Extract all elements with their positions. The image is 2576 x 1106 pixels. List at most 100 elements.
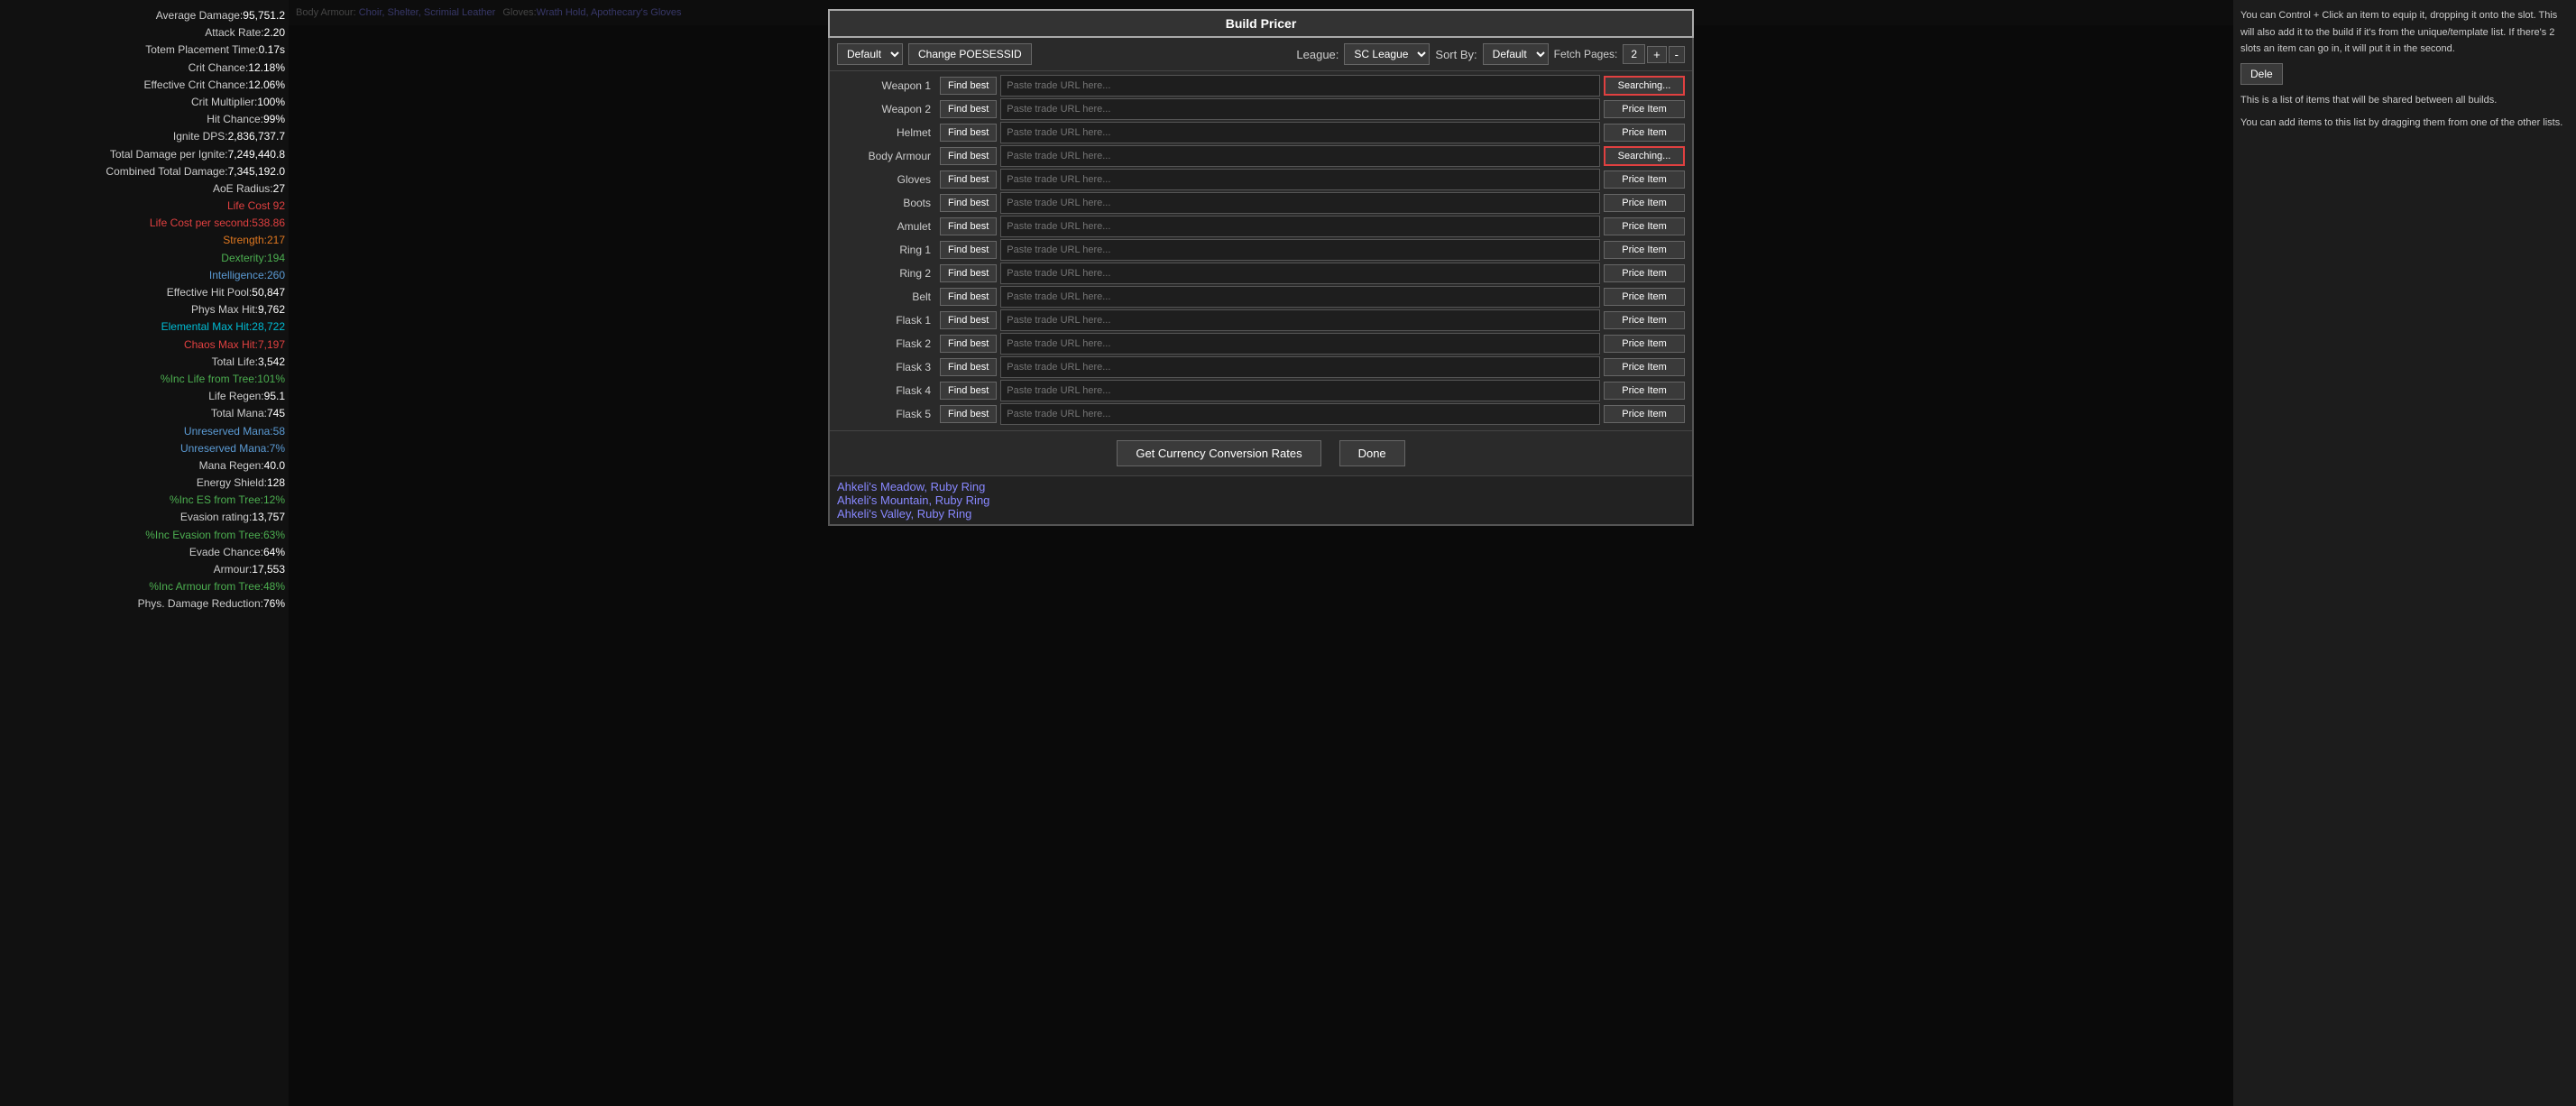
ring2-find-best-button[interactable]: Find best	[940, 264, 997, 282]
item-row-flask2: Flask 2 Find best Price Item	[837, 333, 1685, 355]
change-poesessid-button[interactable]: Change POESESSID	[908, 43, 1032, 65]
item-row-helmet: Helmet Find best Price Item	[837, 122, 1685, 143]
item-row-belt: Belt Find best Price Item	[837, 286, 1685, 308]
item-row-ring2: Ring 2 Find best Price Item	[837, 263, 1685, 284]
weapon2-find-best-button[interactable]: Find best	[940, 100, 997, 118]
amulet-find-best-button[interactable]: Find best	[940, 217, 997, 235]
fetch-pages-plus-button[interactable]: +	[1647, 46, 1667, 63]
item-row-gloves: Gloves Find best Price Item	[837, 169, 1685, 190]
stat-average-damage: Average Damage:95,751.2	[4, 7, 285, 24]
right-panel-shared-list: This is a list of items that will be sha…	[2240, 92, 2569, 109]
flask2-find-best-button[interactable]: Find best	[940, 335, 997, 353]
right-panel-add-items: You can add items to this list by draggi…	[2240, 115, 2569, 132]
flask4-price-button[interactable]: Price Item	[1604, 382, 1685, 400]
modal-controls-bar: Default Change POESESSID League: SC Leag…	[830, 38, 1692, 71]
flask3-label: Flask 3	[837, 361, 936, 373]
boots-url-input[interactable]	[1000, 192, 1600, 214]
modal-overlay: Build Pricer Default Change POESESSID Le…	[289, 0, 2233, 1106]
flask1-label: Flask 1	[837, 314, 936, 327]
weapon1-price-button[interactable]: Searching...	[1604, 76, 1685, 96]
ring2-url-input[interactable]	[1000, 263, 1600, 284]
item-row-flask4: Flask 4 Find best Price Item	[837, 380, 1685, 401]
flask5-url-input[interactable]	[1000, 403, 1600, 425]
helmet-label: Helmet	[837, 126, 936, 139]
gloves-find-best-button[interactable]: Find best	[940, 171, 997, 189]
item-row-ring1: Ring 1 Find best Price Item	[837, 239, 1685, 261]
item-row-flask3: Flask 3 Find best Price Item	[837, 356, 1685, 378]
belt-url-input[interactable]	[1000, 286, 1600, 308]
left-stats-panel: Average Damage:95,751.2 Attack Rate:2.20…	[0, 0, 289, 1106]
flask4-url-input[interactable]	[1000, 380, 1600, 401]
get-currency-button[interactable]: Get Currency Conversion Rates	[1117, 440, 1320, 466]
fetch-pages-value: 2	[1623, 44, 1645, 64]
belt-label: Belt	[837, 290, 936, 303]
weapon2-price-button[interactable]: Price Item	[1604, 100, 1685, 118]
ring2-label: Ring 2	[837, 267, 936, 280]
list-item-ahkeli-meadow[interactable]: Ahkeli's Meadow, Ruby Ring	[837, 480, 1685, 493]
ring1-label: Ring 1	[837, 244, 936, 256]
belt-find-best-button[interactable]: Find best	[940, 288, 997, 306]
gloves-slot-label: Gloves	[837, 173, 936, 186]
body-armour-url-input[interactable]	[1000, 145, 1600, 167]
boots-price-button[interactable]: Price Item	[1604, 194, 1685, 212]
gloves-price-button[interactable]: Price Item	[1604, 171, 1685, 189]
flask2-url-input[interactable]	[1000, 333, 1600, 355]
item-row-boots: Boots Find best Price Item	[837, 192, 1685, 214]
flask2-price-button[interactable]: Price Item	[1604, 335, 1685, 353]
item-row-flask1: Flask 1 Find best Price Item	[837, 309, 1685, 331]
flask3-price-button[interactable]: Price Item	[1604, 358, 1685, 376]
weapon1-find-best-button[interactable]: Find best	[940, 77, 997, 95]
amulet-url-input[interactable]	[1000, 216, 1600, 237]
default-select[interactable]: Default	[837, 43, 903, 65]
ring2-price-button[interactable]: Price Item	[1604, 264, 1685, 282]
flask5-find-best-button[interactable]: Find best	[940, 405, 997, 423]
weapon1-url-input[interactable]	[1000, 75, 1600, 97]
weapon1-label: Weapon 1	[837, 79, 936, 92]
list-item-ahkeli-mountain[interactable]: Ahkeli's Mountain, Ruby Ring	[837, 493, 1685, 507]
build-pricer-modal: Build Pricer Default Change POESESSID Le…	[828, 9, 1694, 526]
item-row-weapon2: Weapon 2 Find best Price Item	[837, 98, 1685, 120]
flask4-label: Flask 4	[837, 384, 936, 397]
list-item-ahkeli-valley[interactable]: Ahkeli's Valley, Ruby Ring	[837, 507, 1685, 521]
right-panel-instruction: You can Control + Click an item to equip…	[2240, 7, 2569, 58]
helmet-find-best-button[interactable]: Find best	[940, 124, 997, 142]
fetch-pages-label: Fetch Pages:	[1554, 48, 1618, 60]
ring1-find-best-button[interactable]: Find best	[940, 241, 997, 259]
body-armour-find-best-button[interactable]: Find best	[940, 147, 997, 165]
boots-label: Boots	[837, 197, 936, 209]
item-row-body-armour: Body Armour Find best Searching...	[837, 145, 1685, 167]
item-row-amulet: Amulet Find best Price Item	[837, 216, 1685, 237]
item-row-flask5: Flask 5 Find best Price Item	[837, 403, 1685, 425]
flask4-find-best-button[interactable]: Find best	[940, 382, 997, 400]
body-armour-price-button[interactable]: Searching...	[1604, 146, 1685, 166]
modal-bottom-buttons: Get Currency Conversion Rates Done	[830, 430, 1692, 475]
item-row-weapon1: Weapon 1 Find best Searching...	[837, 75, 1685, 97]
right-info-panel: You can Control + Click an item to equip…	[2233, 0, 2576, 1106]
helmet-price-button[interactable]: Price Item	[1604, 124, 1685, 142]
ring1-url-input[interactable]	[1000, 239, 1600, 261]
flask5-price-button[interactable]: Price Item	[1604, 405, 1685, 423]
flask3-find-best-button[interactable]: Find best	[940, 358, 997, 376]
fetch-pages-minus-button[interactable]: -	[1669, 46, 1685, 63]
modal-title: Build Pricer	[828, 9, 1694, 38]
done-button[interactable]: Done	[1339, 440, 1405, 466]
flask1-find-best-button[interactable]: Find best	[940, 311, 997, 329]
sort-by-select[interactable]: Default	[1483, 43, 1549, 65]
flask3-url-input[interactable]	[1000, 356, 1600, 378]
weapon2-url-input[interactable]	[1000, 98, 1600, 120]
league-select[interactable]: SC League	[1344, 43, 1430, 65]
bottom-items-list: Ahkeli's Meadow, Ruby Ring Ahkeli's Moun…	[830, 475, 1692, 524]
belt-price-button[interactable]: Price Item	[1604, 288, 1685, 306]
helmet-url-input[interactable]	[1000, 122, 1600, 143]
amulet-price-button[interactable]: Price Item	[1604, 217, 1685, 235]
amulet-label: Amulet	[837, 220, 936, 233]
ring1-price-button[interactable]: Price Item	[1604, 241, 1685, 259]
gloves-url-input[interactable]	[1000, 169, 1600, 190]
flask1-url-input[interactable]	[1000, 309, 1600, 331]
flask5-label: Flask 5	[837, 408, 936, 420]
boots-find-best-button[interactable]: Find best	[940, 194, 997, 212]
flask1-price-button[interactable]: Price Item	[1604, 311, 1685, 329]
sort-by-label: Sort By:	[1435, 48, 1477, 61]
flask2-label: Flask 2	[837, 337, 936, 350]
delete-button[interactable]: Dele	[2240, 63, 2283, 85]
